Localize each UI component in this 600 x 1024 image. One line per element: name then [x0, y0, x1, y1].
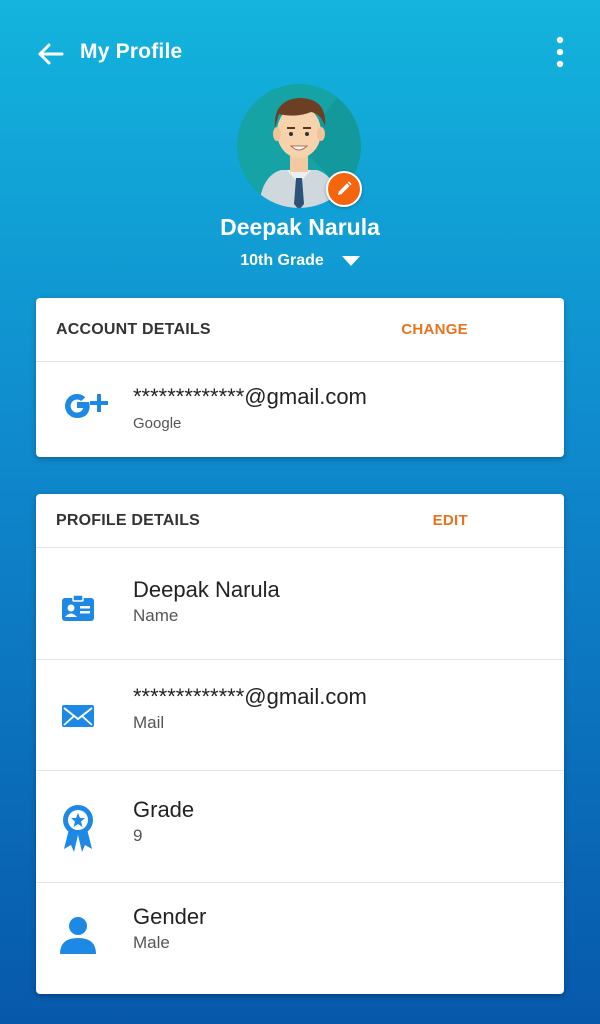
account-provider: Google	[133, 415, 182, 432]
avatar-container	[237, 84, 363, 210]
pencil-icon	[338, 181, 352, 195]
google-plus-icon	[60, 386, 112, 426]
account-row: *************@gmail.com Google	[36, 362, 564, 457]
award-badge-icon	[58, 803, 98, 853]
more-options-button[interactable]	[542, 32, 578, 72]
profile-grade-label: 9	[133, 826, 143, 845]
id-card-icon	[58, 588, 98, 628]
profile-details-title: PROFILE DETAILS	[56, 511, 201, 529]
grade-dropdown[interactable]: 10th Grade	[232, 247, 368, 275]
mail-icon	[58, 696, 98, 736]
arrow-back-icon	[38, 43, 64, 65]
profile-row-grade: Grade 9	[36, 771, 564, 883]
change-account-button[interactable]: CHANGE	[401, 321, 468, 338]
caret-down-icon	[341, 256, 360, 266]
profile-mail-label: Mail	[133, 713, 165, 732]
profile-gender-label: Male	[133, 933, 170, 952]
profile-name-value: Deepak Narula	[133, 577, 280, 602]
account-email: *************@gmail.com	[133, 384, 367, 409]
account-details-title: ACCOUNT DETAILS	[56, 320, 211, 338]
account-details-header: ACCOUNT DETAILS CHANGE	[36, 298, 564, 362]
edit-profile-button[interactable]: EDIT	[433, 512, 468, 529]
profile-row-gender: Gender Male	[36, 883, 564, 994]
back-button[interactable]	[30, 34, 70, 74]
profile-details-header: PROFILE DETAILS EDIT	[36, 494, 564, 548]
more-vert-icon	[556, 36, 564, 68]
edit-avatar-button[interactable]	[326, 171, 362, 207]
profile-grade-value: Grade	[133, 797, 195, 822]
profile-details-card: PROFILE DETAILS EDIT Deepak Narula Name …	[36, 494, 564, 994]
profile-name: Deepak Narula	[220, 214, 380, 240]
profile-row-mail: *************@gmail.com Mail	[36, 660, 564, 771]
grade-dropdown-value: 10th Grade	[240, 252, 324, 269]
profile-row-name: Deepak Narula Name	[36, 548, 564, 660]
profile-name-label: Name	[133, 606, 179, 625]
profile-mail-value: *************@gmail.com	[133, 684, 367, 709]
account-details-card: ACCOUNT DETAILS CHANGE *************@gma…	[36, 298, 564, 457]
profile-gender-value: Gender	[133, 904, 207, 929]
person-icon	[58, 913, 98, 957]
page-title: My Profile	[80, 40, 183, 63]
